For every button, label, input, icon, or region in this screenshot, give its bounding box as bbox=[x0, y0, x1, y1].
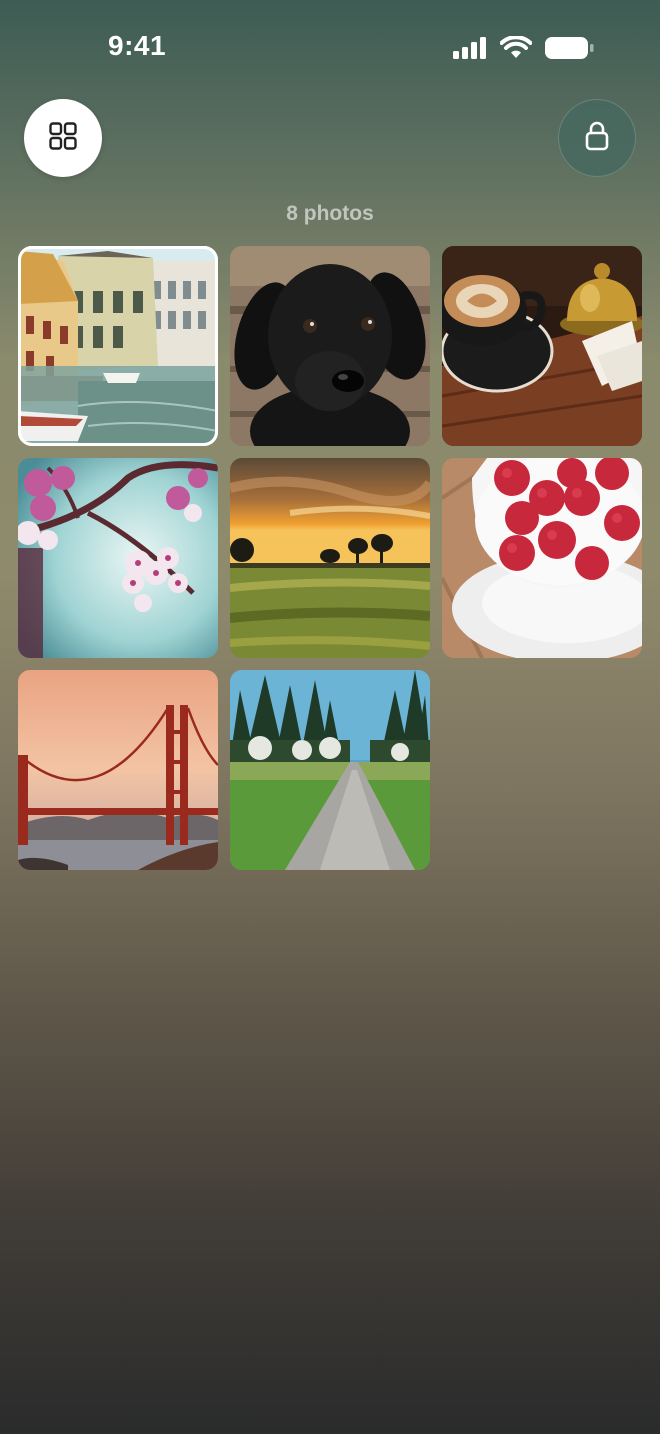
photo-golden-gate-bridge[interactable] bbox=[18, 670, 218, 870]
lock-icon bbox=[584, 120, 610, 157]
wifi-icon bbox=[499, 35, 533, 65]
battery-icon bbox=[544, 36, 594, 65]
photo-black-puppy[interactable] bbox=[230, 246, 430, 446]
photo-latte-and-bell[interactable] bbox=[442, 246, 642, 446]
lock-button[interactable] bbox=[558, 99, 636, 177]
status-bar: 9:41 bbox=[0, 0, 660, 96]
photo-forest-path[interactable] bbox=[230, 670, 430, 870]
photo-grid bbox=[18, 246, 642, 870]
status-time: 9:41 bbox=[108, 30, 167, 61]
photo-sunset-field[interactable] bbox=[230, 458, 430, 658]
cellular-signal-icon bbox=[452, 37, 488, 64]
photo-raspberries-cup[interactable] bbox=[442, 458, 642, 658]
photo-canal-houses[interactable] bbox=[18, 246, 218, 446]
grid-view-button[interactable] bbox=[24, 99, 102, 177]
status-icons bbox=[452, 35, 594, 65]
photo-cherry-blossoms[interactable] bbox=[18, 458, 218, 658]
grid-icon bbox=[48, 121, 78, 156]
photo-count-label: 8 photos bbox=[286, 202, 374, 225]
